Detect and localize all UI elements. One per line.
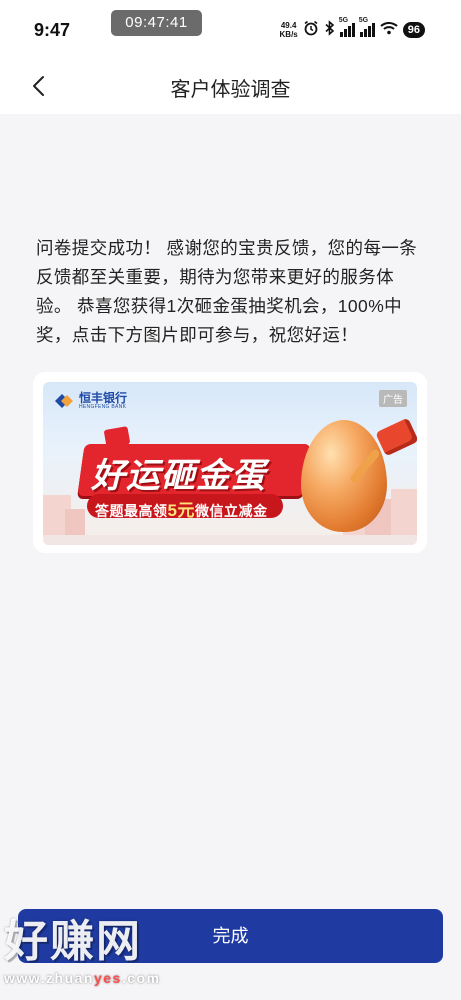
ad-tag: 广告 xyxy=(379,390,407,407)
signal-generation-label: 5G xyxy=(338,17,349,24)
promo-title: 好运砸金蛋 xyxy=(91,457,266,495)
network-speed: 49.4 KB/s xyxy=(280,21,298,39)
bluetooth-icon xyxy=(324,19,335,41)
watermark-url: www.zhuanyes.com xyxy=(4,970,161,986)
status-bar: 9:47 09:47:41 49.4 KB/s 5G 5G 96 xyxy=(0,0,461,62)
screen-recording-clock: 09:47:41 xyxy=(111,10,202,36)
promo-card: 恒丰银行 HENGFENG BANK 广告 好运砸金蛋 答题最高领5元微信立减金 xyxy=(33,372,427,553)
network-speed-value: 49.4 xyxy=(280,21,297,30)
network-speed-unit: KB/s xyxy=(279,30,298,39)
hammer-icon xyxy=(375,417,417,457)
golden-egg-icon xyxy=(301,420,387,532)
promo-subtitle-pre: 答题最高领 xyxy=(95,503,168,519)
wifi-icon xyxy=(380,21,398,40)
promo-subtitle-amount: 5元 xyxy=(167,501,195,520)
signal-icon: 5G xyxy=(339,17,355,37)
bank-logo: 恒丰银行 HENGFENG BANK xyxy=(53,392,127,410)
watermark-url-pre: www.zhuan xyxy=(4,970,94,986)
watermark-main: 好赚网 xyxy=(4,917,142,966)
bank-logo-icon xyxy=(55,394,73,408)
bank-name: 恒丰银行 xyxy=(79,391,128,405)
watermark: 好赚网 www.zhuanyes.com xyxy=(4,917,161,987)
signal-generation-label: 5G xyxy=(358,17,369,24)
alarm-icon xyxy=(303,20,319,41)
bank-name-en: HENGFENG BANK xyxy=(79,404,127,410)
status-time: 9:47 xyxy=(34,20,71,40)
nav-bar: 客户体验调查 xyxy=(0,62,461,114)
status-icons: 49.4 KB/s 5G 5G 96 xyxy=(280,17,425,42)
success-message: 问卷提交成功！ 感谢您的宝贵反馈，您的每一条反馈都至关重要，期待为您带来更好的服… xyxy=(36,238,418,345)
promo-subtitle-post: 微信立减金 xyxy=(194,503,268,519)
watermark-url-post: .com xyxy=(121,970,161,986)
watermark-url-accent: yes xyxy=(93,970,122,986)
promo-subtitle: 答题最高领5元微信立减金 xyxy=(95,496,267,521)
signal-icon: 5G xyxy=(359,17,375,37)
promo-banner[interactable]: 恒丰银行 HENGFENG BANK 广告 好运砸金蛋 答题最高领5元微信立减金 xyxy=(43,382,417,545)
battery-icon: 96 xyxy=(402,22,425,38)
page-title: 客户体验调查 xyxy=(170,79,291,101)
